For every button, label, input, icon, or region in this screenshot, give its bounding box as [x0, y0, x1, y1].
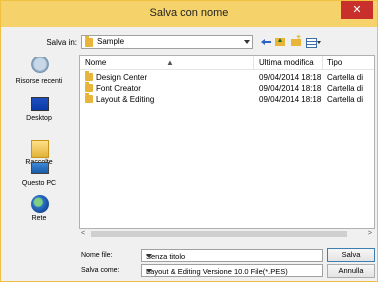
dialog-title: Salva con nome — [149, 7, 229, 19]
recent-icon — [31, 57, 49, 75]
close-button[interactable]: ✕ — [341, 1, 373, 19]
filetype-label: Salva come: — [81, 267, 120, 274]
new-folder-icon[interactable] — [290, 34, 302, 49]
scroll-left-icon[interactable]: < — [81, 230, 85, 237]
back-icon[interactable] — [260, 35, 272, 49]
computer-icon — [31, 162, 49, 174]
list-item[interactable]: Layout & Editing 09/04/2014 18:18 Cartel… — [80, 93, 374, 105]
place-label: Risorse recenti — [15, 78, 63, 85]
cancel-button[interactable]: Annulla — [327, 264, 375, 278]
item-date: 09/04/2014 18:18 — [259, 73, 322, 82]
place-label: Rete — [31, 215, 47, 222]
column-name[interactable]: Nome — [85, 58, 106, 67]
item-type: Cartella di — [327, 73, 364, 82]
item-date: 09/04/2014 18:18 — [259, 84, 322, 93]
save-in-dropdown[interactable]: Sample — [81, 35, 253, 49]
item-name: Font Creator — [96, 84, 141, 93]
view-menu-icon[interactable] — [305, 35, 321, 49]
filetype-value: Layout & Editing Versione 10.0 File(*.PE… — [146, 267, 288, 276]
item-type: Cartella di — [327, 84, 364, 93]
column-divider[interactable] — [322, 56, 323, 70]
item-type: Cartella di — [327, 95, 364, 104]
filetype-dropdown[interactable]: Layout & Editing Versione 10.0 File(*.PE… — [141, 264, 323, 277]
place-label: Questo PC — [21, 180, 57, 187]
save-in-label: Salva in: — [46, 38, 77, 47]
save-dialog: Salva con nome ✕ Salva in: Sample Risors… — [0, 0, 378, 282]
item-name: Layout & Editing — [96, 95, 155, 104]
save-in-value: Sample — [97, 37, 125, 46]
scroll-right-icon[interactable]: > — [368, 230, 372, 237]
desktop-icon — [31, 97, 49, 111]
list-item[interactable]: Design Center 09/04/2014 18:18 Cartella … — [80, 71, 374, 83]
folder-icon — [85, 82, 93, 92]
column-date[interactable]: Ultima modifica — [259, 58, 314, 67]
item-date: 09/04/2014 18:18 — [259, 95, 322, 104]
chevron-down-icon[interactable] — [146, 254, 152, 258]
filename-input[interactable]: Senza titolo — [141, 249, 323, 262]
list-header: Nome ▲ Ultima modifica Tipo — [80, 56, 374, 70]
network-icon — [31, 195, 49, 213]
list-item[interactable]: Font Creator 09/04/2014 18:18 Cartella d… — [80, 82, 374, 94]
up-folder-icon[interactable] — [274, 35, 286, 49]
sort-up-icon: ▲ — [166, 58, 174, 67]
column-divider[interactable] — [253, 56, 254, 70]
scroll-thumb[interactable] — [91, 231, 347, 237]
chevron-down-icon[interactable] — [146, 269, 152, 273]
save-button[interactable]: Salva — [327, 248, 375, 262]
folder-icon — [85, 71, 93, 81]
title-bar[interactable]: Salva con nome ✕ — [1, 1, 377, 27]
libraries-icon — [31, 140, 49, 158]
chevron-down-icon[interactable] — [244, 40, 250, 44]
place-label: Desktop — [26, 115, 52, 122]
column-type[interactable]: Tipo — [327, 58, 342, 67]
folder-icon — [85, 36, 93, 47]
item-name: Design Center — [96, 73, 148, 82]
horizontal-scrollbar[interactable]: < > — [79, 229, 375, 239]
folder-icon — [85, 93, 93, 103]
filename-label: Nome file: — [81, 252, 113, 259]
file-list[interactable]: Nome ▲ Ultima modifica Tipo Design Cente… — [79, 55, 375, 229]
